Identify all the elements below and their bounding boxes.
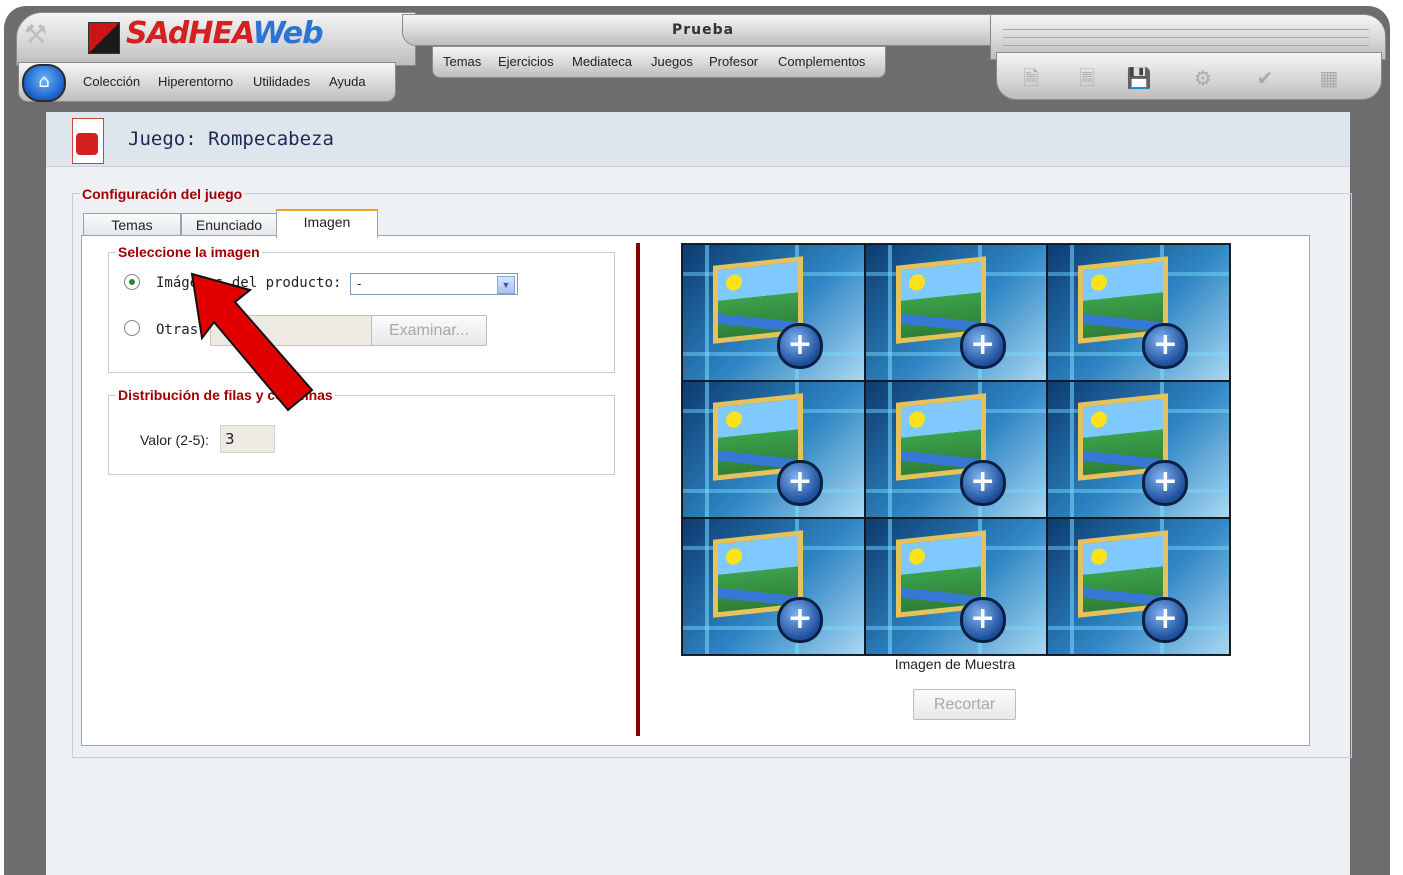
puzzle-icon	[72, 118, 104, 164]
plus-icon: +	[1142, 460, 1189, 506]
grid-value-field[interactable]: 3	[220, 425, 275, 453]
plus-icon: +	[959, 460, 1006, 506]
radio-other-image[interactable]	[124, 320, 140, 336]
plus-icon: +	[777, 323, 823, 369]
plus-icon: +	[777, 597, 823, 643]
annotation-arrow-icon	[190, 272, 314, 412]
image-source-fieldset	[108, 252, 615, 373]
plus-icon: +	[959, 597, 1006, 643]
product-image-select-value: -	[357, 276, 362, 291]
menu-item-utilidades[interactable]: Utilidades	[253, 74, 310, 89]
app-logo: SAdHEAWeb	[126, 16, 324, 51]
tab-temas[interactable]: Temas	[83, 213, 181, 236]
menu-item-juegos[interactable]: Juegos	[651, 54, 693, 69]
puzzle-piece: +	[1047, 244, 1230, 381]
crop-button[interactable]: Recortar	[913, 689, 1016, 720]
plus-icon: +	[777, 460, 823, 506]
image-source-legend: Seleccione la imagen	[116, 244, 262, 260]
settings-icon[interactable]: ⚙	[1190, 64, 1216, 92]
new-document-icon[interactable]: 🗎	[1018, 64, 1044, 92]
menu-item-complementos[interactable]: Complementos	[778, 54, 865, 69]
tab-enunciado[interactable]: Enunciado	[181, 213, 277, 236]
puzzle-piece: +	[864, 381, 1048, 518]
puzzle-piece: +	[1047, 518, 1230, 655]
puzzle-piece: +	[1047, 381, 1230, 518]
puzzle-piece: +	[864, 244, 1048, 381]
plus-icon: +	[1142, 323, 1189, 369]
app-logo-mark	[88, 22, 120, 54]
menu-item-profesor[interactable]: Profesor	[709, 54, 758, 69]
puzzle-piece: +	[682, 381, 865, 518]
sample-image-preview: + + + + + + + + +	[681, 243, 1231, 656]
panel-divider	[636, 243, 640, 736]
open-document-icon[interactable]: 🗏	[1074, 64, 1100, 92]
menu-item-hiperentorno[interactable]: Hiperentorno	[158, 74, 233, 89]
tab-imagen[interactable]: Imagen	[276, 209, 378, 238]
home-icon[interactable]: ⌂	[22, 64, 66, 102]
browse-button[interactable]: Examinar...	[371, 315, 487, 346]
radio-product-images[interactable]	[124, 274, 140, 290]
puzzle-piece: +	[682, 244, 865, 381]
preview-caption: Imagen de Muestra	[894, 656, 1016, 672]
menu-item-ejercicios[interactable]: Ejercicios	[498, 54, 554, 69]
puzzle-piece: +	[682, 518, 865, 655]
window-title: Prueba	[402, 14, 1004, 46]
save-icon[interactable]: 💾	[1126, 64, 1152, 92]
menu-item-mediateca[interactable]: Mediateca	[572, 54, 632, 69]
menu-item-temas[interactable]: Temas	[443, 54, 481, 69]
options-icon[interactable]: ▦	[1316, 64, 1342, 92]
config-legend: Configuración del juego	[80, 186, 245, 202]
product-image-select[interactable]: - ▼	[350, 273, 518, 295]
grid-value-label: Valor (2-5):	[140, 432, 209, 448]
chevron-down-icon[interactable]: ▼	[497, 276, 515, 294]
check-icon[interactable]: ✔	[1252, 64, 1278, 92]
plus-icon: +	[1142, 597, 1189, 643]
right-gutter	[1350, 112, 1390, 875]
main-menu: Colección Hiperentorno Utilidades Ayuda	[18, 62, 396, 102]
wrench-icon[interactable]: ⚒	[24, 20, 58, 54]
puzzle-piece: +	[864, 518, 1048, 655]
section-menu: Temas Ejercicios Mediateca Juegos Profes…	[432, 46, 886, 78]
menu-item-ayuda[interactable]: Ayuda	[329, 74, 366, 89]
page-title: Juego: Rompecabeza	[128, 128, 334, 150]
plus-icon: +	[959, 323, 1006, 369]
menu-item-coleccion[interactable]: Colección	[83, 74, 140, 89]
